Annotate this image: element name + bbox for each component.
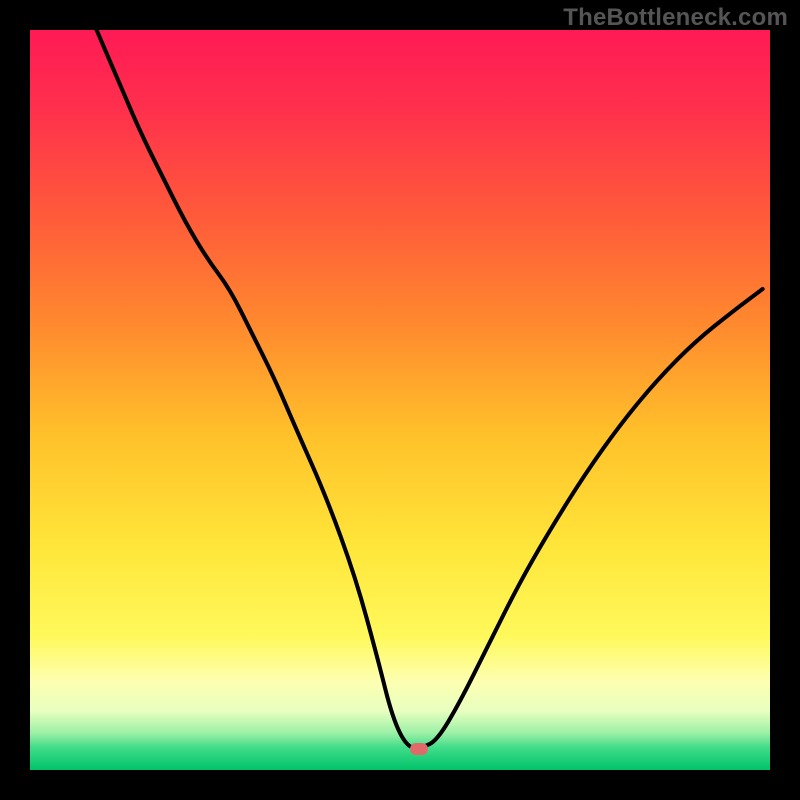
plot-area bbox=[30, 30, 770, 770]
watermark-text: TheBottleneck.com bbox=[563, 4, 788, 32]
chart-frame: TheBottleneck.com bbox=[0, 0, 800, 800]
optimal-point-marker bbox=[410, 743, 428, 755]
bottleneck-curve bbox=[30, 30, 770, 770]
